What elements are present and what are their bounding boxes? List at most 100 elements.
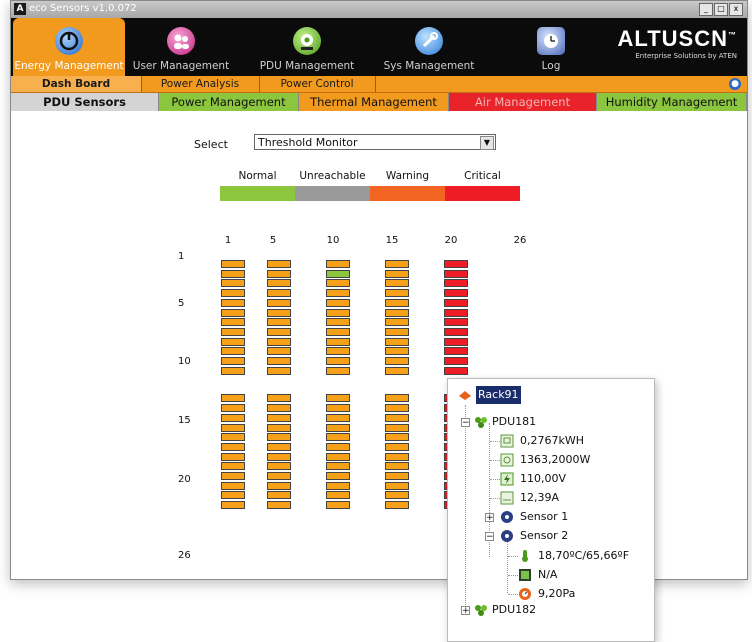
rack-slot[interactable] [385, 298, 409, 307]
rack-slot[interactable] [221, 491, 245, 500]
rack-slot[interactable] [267, 357, 291, 365]
rack-slot[interactable] [326, 308, 350, 317]
rack-slot[interactable] [326, 433, 350, 442]
rack-slot[interactable] [221, 394, 245, 403]
rack-slot[interactable] [221, 347, 245, 356]
rack-slot[interactable] [267, 501, 291, 510]
rack-slot[interactable] [221, 433, 245, 442]
rack-slot[interactable] [326, 337, 350, 346]
rack-slot[interactable] [326, 298, 350, 307]
rack-slot[interactable] [326, 260, 350, 268]
rack-slot[interactable] [385, 404, 409, 413]
rack-slot[interactable] [267, 260, 291, 268]
rack-slot[interactable] [221, 298, 245, 307]
rack-slot[interactable] [326, 327, 350, 336]
rack-slot[interactable] [267, 318, 291, 327]
rack-slot[interactable] [221, 481, 245, 490]
rack-slot[interactable] [267, 404, 291, 413]
rack-slot[interactable] [326, 347, 350, 356]
rack-slot[interactable] [267, 298, 291, 307]
rack-slot[interactable] [326, 289, 350, 298]
rack-slot[interactable] [326, 279, 350, 288]
view-select[interactable]: Threshold Monitor ▼ [254, 134, 496, 150]
rack-slot[interactable] [326, 394, 350, 403]
rack-slot[interactable] [444, 308, 468, 317]
rack-slot[interactable] [385, 289, 409, 298]
rack-slot[interactable] [267, 366, 291, 375]
rack-slot[interactable] [221, 501, 245, 510]
rack-slot[interactable] [444, 269, 468, 278]
rack-slot[interactable] [444, 337, 468, 346]
rack-slot[interactable] [221, 442, 245, 451]
subnav-power-control[interactable]: Power Control [259, 76, 376, 92]
rack-slot[interactable] [385, 394, 409, 403]
rack-slot[interactable] [221, 269, 245, 278]
rack-slot[interactable] [221, 423, 245, 432]
rack-slot[interactable] [221, 327, 245, 336]
rack-slot[interactable] [267, 269, 291, 278]
rack-slot[interactable] [326, 413, 350, 422]
rack-slot[interactable] [326, 366, 350, 375]
rack-slot[interactable] [221, 357, 245, 365]
rack-slot[interactable] [385, 260, 409, 268]
subnav-dash-board[interactable]: Dash Board [11, 76, 142, 92]
nav-pdu-management[interactable]: PDU Management [251, 18, 363, 76]
rack-slot[interactable] [385, 413, 409, 422]
nav-energy-management[interactable]: Energy Management [13, 18, 125, 76]
rack-slot[interactable] [326, 423, 350, 432]
rack-slot[interactable] [221, 289, 245, 298]
rack-slot[interactable] [385, 472, 409, 480]
rack-slot[interactable] [444, 318, 468, 327]
close-button[interactable]: x [729, 3, 743, 16]
rack-slot[interactable] [444, 289, 468, 298]
rack-slot[interactable] [326, 318, 350, 327]
rack-slot[interactable] [267, 423, 291, 432]
maximize-button[interactable]: □ [714, 3, 728, 16]
rack-slot[interactable] [385, 452, 409, 461]
rack-slot[interactable] [267, 433, 291, 442]
rack-slot[interactable] [267, 442, 291, 451]
rack-slot[interactable] [385, 347, 409, 356]
rack-slot[interactable] [385, 327, 409, 336]
rack-slot[interactable] [267, 308, 291, 317]
rack-slot[interactable] [267, 452, 291, 461]
rack-slot[interactable] [385, 308, 409, 317]
expand-pdu181-toggle[interactable]: − [461, 418, 470, 428]
expand-sensor1-toggle[interactable]: + [485, 513, 494, 523]
tab-power-management[interactable]: Power Management [159, 93, 299, 111]
rack-slot[interactable] [444, 279, 468, 288]
rack-slot[interactable] [385, 433, 409, 442]
rack-slot[interactable] [267, 279, 291, 288]
rack-slot[interactable] [267, 472, 291, 480]
rack-slot[interactable] [267, 327, 291, 336]
rack-slot[interactable] [444, 366, 468, 375]
rack-slot[interactable] [221, 413, 245, 422]
rack-slot[interactable] [385, 279, 409, 288]
rack-slot[interactable] [221, 452, 245, 461]
rack-slot[interactable] [326, 404, 350, 413]
nav-user-management[interactable]: User Management [125, 18, 237, 76]
tab-thermal-management[interactable]: Thermal Management [299, 93, 449, 111]
title-bar[interactable]: A eco Sensors v1.0.072 _ □ x [11, 1, 747, 19]
rack-slot[interactable] [326, 269, 350, 278]
rack-slot[interactable] [326, 481, 350, 490]
rack-slot[interactable] [385, 491, 409, 500]
rack-slot[interactable] [221, 337, 245, 346]
dropdown-arrow-icon[interactable]: ▼ [480, 136, 494, 150]
tab-air-management[interactable]: Air Management [449, 93, 597, 111]
rack-slot[interactable] [444, 298, 468, 307]
rack-slot[interactable] [326, 357, 350, 365]
rack-slot[interactable] [267, 289, 291, 298]
rack-slot[interactable] [385, 318, 409, 327]
rack-slot[interactable] [326, 501, 350, 510]
rack-slot[interactable] [267, 413, 291, 422]
help-icon[interactable]: ● [729, 78, 741, 90]
rack-slot[interactable] [444, 357, 468, 365]
rack-slot[interactable] [444, 347, 468, 356]
rack-slot[interactable] [385, 462, 409, 471]
rack-slot[interactable] [267, 394, 291, 403]
rack-slot[interactable] [326, 491, 350, 500]
rack-slot[interactable] [221, 260, 245, 268]
nav-sys-management[interactable]: Sys Management [373, 18, 485, 76]
rack-slot[interactable] [221, 318, 245, 327]
